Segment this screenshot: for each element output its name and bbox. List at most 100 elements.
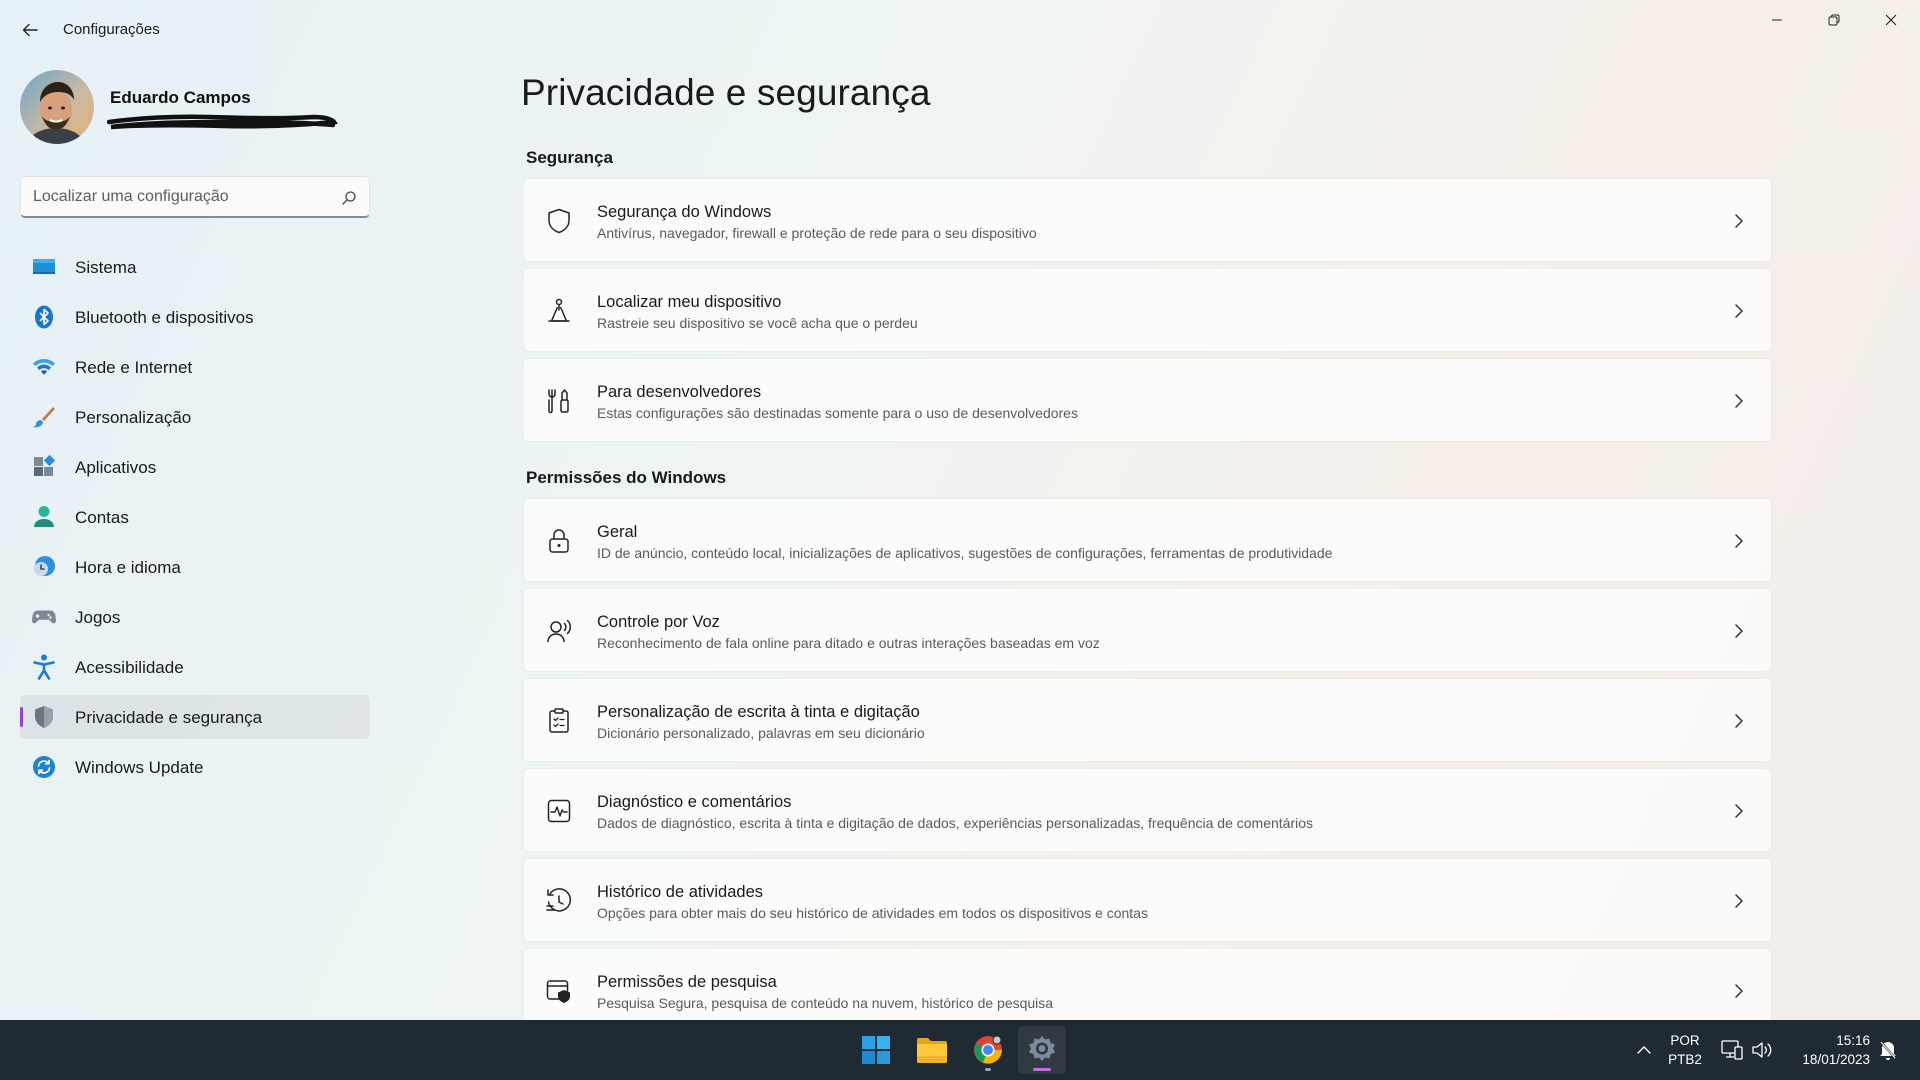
find-device-icon <box>546 298 572 324</box>
settings-card-escrita-tinta[interactable]: Personalização de escrita à tinta e digi… <box>523 678 1772 762</box>
settings-card-diagnostico[interactable]: Diagnóstico e comentários Dados de diagn… <box>523 768 1772 852</box>
sidebar-item-aplicativos[interactable]: Aplicativos <box>20 445 370 489</box>
settings-card-desenvolvedores[interactable]: Para desenvolvedores Estas configurações… <box>523 358 1772 442</box>
close-button[interactable] <box>1868 4 1914 36</box>
sidebar-item-personalizacao[interactable]: Personalização <box>20 395 370 439</box>
settings-card-geral[interactable]: Geral ID de anúncio, conteúdo local, ini… <box>523 498 1772 582</box>
chevron-up-icon <box>1637 1046 1651 1054</box>
sidebar-item-label: Rede e Internet <box>75 358 193 377</box>
network-icon <box>1721 1040 1743 1060</box>
system-icon <box>32 255 56 279</box>
sidebar-item-sistema[interactable]: Sistema <box>20 245 370 289</box>
close-icon <box>1885 14 1897 26</box>
settings-card-controle-voz[interactable]: Controle por Voz Reconhecimento de fala … <box>523 588 1772 672</box>
network-tray-button[interactable] <box>1720 1038 1744 1062</box>
sidebar-nav: Sistema Bluetooth e dispositivos Rede e … <box>20 245 370 795</box>
card-title: Diagnóstico e comentários <box>597 793 792 811</box>
chrome-icon <box>974 1035 1002 1064</box>
shield-outline-icon <box>546 208 572 234</box>
gamepad-icon <box>32 605 56 629</box>
sidebar-item-hora[interactable]: Hora e idioma <box>20 545 370 589</box>
taskbar: POR PTB2 15:16 18/01/2023 <box>0 1020 1920 1080</box>
taskbar-file-explorer[interactable] <box>908 1026 956 1074</box>
brush-icon <box>32 405 56 429</box>
user-profile[interactable]: Eduardo Campos <box>20 70 360 146</box>
card-title: Personalização de escrita à tinta e digi… <box>597 703 920 721</box>
taskbar-clock[interactable]: 15:16 18/01/2023 <box>1780 1031 1870 1069</box>
chevron-right-icon <box>1731 711 1747 731</box>
sidebar-item-privacidade[interactable]: Privacidade e segurança <box>20 695 370 739</box>
active-indicator <box>1033 1068 1051 1071</box>
title-bar: Configurações <box>0 0 1920 60</box>
tray-overflow-button[interactable] <box>1632 1036 1656 1064</box>
sidebar-item-label: Bluetooth e dispositivos <box>75 308 254 327</box>
clock-date: 18/01/2023 <box>1802 1052 1870 1067</box>
sidebar-item-label: Acessibilidade <box>75 658 184 677</box>
chevron-right-icon <box>1731 391 1747 411</box>
card-title: Permissões de pesquisa <box>597 973 777 991</box>
sidebar-item-bluetooth[interactable]: Bluetooth e dispositivos <box>20 295 370 339</box>
section-title-permissoes: Permissões do Windows <box>526 468 727 487</box>
minimize-icon <box>1772 19 1782 21</box>
user-name: Eduardo Campos <box>110 88 251 107</box>
card-description: Dicionário personalizado, palavras em se… <box>597 725 925 741</box>
card-description: Dados de diagnóstico, escrita à tinta e … <box>597 815 1313 831</box>
volume-tray-button[interactable] <box>1750 1038 1774 1062</box>
history-icon <box>546 888 572 914</box>
taskbar-chrome[interactable] <box>964 1026 1012 1074</box>
notification-bell-icon <box>1880 1041 1896 1060</box>
chevron-right-icon <box>1731 211 1747 231</box>
card-description: Pesquisa Segura, pesquisa de conteúdo na… <box>597 995 1054 1011</box>
chevron-right-icon <box>1731 531 1747 551</box>
update-icon <box>32 755 56 779</box>
input-language-indicator[interactable]: POR PTB2 <box>1664 1031 1706 1069</box>
sidebar-item-label: Personalização <box>75 408 192 427</box>
chevron-right-icon <box>1731 301 1747 321</box>
card-title: Para desenvolvedores <box>597 383 762 401</box>
sidebar-item-acessibilidade[interactable]: Acessibilidade <box>20 645 370 689</box>
taskbar-start-button[interactable] <box>852 1026 900 1074</box>
shield-icon <box>32 705 56 729</box>
avatar[interactable] <box>20 70 94 144</box>
section-title-seguranca: Segurança <box>526 148 613 167</box>
search-input[interactable] <box>33 177 333 217</box>
diagnostics-icon <box>546 798 572 824</box>
sidebar-item-label: Hora e idioma <box>75 558 181 577</box>
volume-icon <box>1752 1042 1772 1058</box>
bluetooth-icon <box>32 305 56 329</box>
settings-card-localizar-dispositivo[interactable]: Localizar meu dispositivo Rastreie seu d… <box>523 268 1772 352</box>
card-title: Localizar meu dispositivo <box>597 293 782 311</box>
developer-tools-icon <box>546 388 572 414</box>
accessibility-icon <box>32 654 56 680</box>
settings-icon <box>1029 1036 1055 1061</box>
minimize-button[interactable] <box>1754 4 1800 36</box>
card-description: Rastreie seu dispositivo se você acha qu… <box>597 315 918 331</box>
settings-search-box[interactable] <box>20 176 370 218</box>
chevron-right-icon <box>1731 621 1747 641</box>
file-explorer-icon <box>917 1038 947 1063</box>
search-permissions-icon <box>546 978 572 1004</box>
page-title: Privacidade e segurança <box>521 72 931 113</box>
sidebar-item-jogos[interactable]: Jogos <box>20 595 370 639</box>
sidebar-item-contas[interactable]: Contas <box>20 495 370 539</box>
settings-card-seguranca-windows[interactable]: Segurança do Windows Antivírus, navegado… <box>523 178 1772 262</box>
redacted-email-scribble <box>107 114 338 130</box>
card-description: Opções para obter mais do seu histórico … <box>597 905 1148 921</box>
card-title: Histórico de atividades <box>597 883 763 901</box>
settings-card-historico[interactable]: Histórico de atividades Opções para obte… <box>523 858 1772 942</box>
sidebar-item-windows-update[interactable]: Windows Update <box>20 745 370 789</box>
restore-button[interactable] <box>1811 4 1857 36</box>
sidebar-item-label: Aplicativos <box>75 458 157 477</box>
account-icon <box>32 505 56 529</box>
search-icon[interactable] <box>341 190 357 206</box>
taskbar-settings[interactable] <box>1018 1026 1066 1074</box>
back-button[interactable] <box>16 16 44 44</box>
keyboard-layout: PTB2 <box>1668 1052 1702 1067</box>
card-description: Estas configurações são destinadas somen… <box>597 405 1078 421</box>
card-title: Segurança do Windows <box>597 203 772 221</box>
sidebar-item-label: Contas <box>75 508 129 527</box>
notifications-button[interactable] <box>1876 1038 1900 1062</box>
sidebar-item-rede[interactable]: Rede e Internet <box>20 345 370 389</box>
card-description: ID de anúncio, conteúdo local, inicializ… <box>597 545 1333 561</box>
chevron-right-icon <box>1731 891 1747 911</box>
